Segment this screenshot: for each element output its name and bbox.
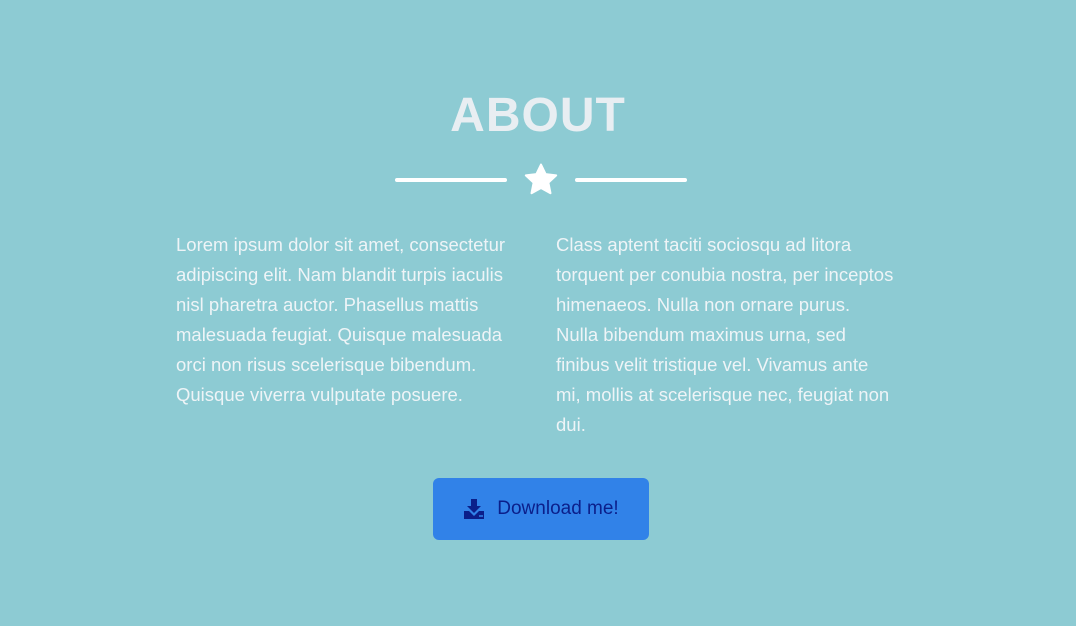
about-section: ABOUT Lorem ipsum dolor sit amet, consec… (0, 0, 1076, 626)
star-icon (524, 163, 558, 195)
download-button[interactable]: Download me! (433, 478, 649, 540)
about-paragraph-2: Class aptent taciti sociosqu ad litora t… (556, 234, 894, 435)
download-button-label: Download me! (497, 498, 619, 519)
download-icon (464, 499, 485, 519)
title-divider (395, 162, 687, 198)
divider-line-left (395, 178, 507, 182)
divider-line-right (575, 178, 687, 182)
about-paragraph-1: Lorem ipsum dolor sit amet, consectetur … (176, 234, 506, 405)
page-title: ABOUT (450, 89, 626, 142)
